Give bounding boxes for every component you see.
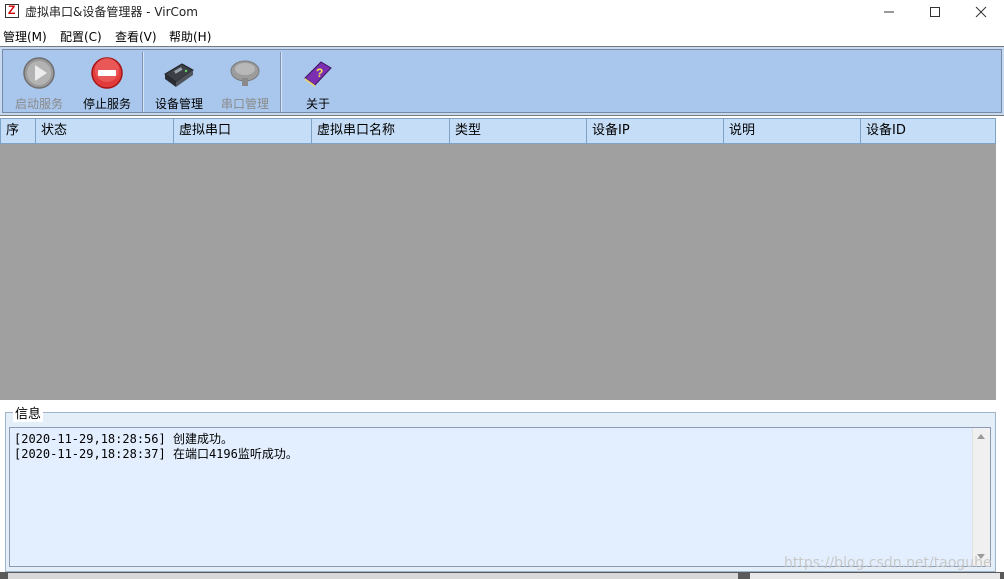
start-service-button[interactable]: 启动服务 xyxy=(7,50,71,114)
column-header-status[interactable]: 状态 xyxy=(36,119,174,143)
device-manage-label: 设备管理 xyxy=(154,97,203,111)
about-button[interactable]: ? 关于 xyxy=(286,50,350,114)
maximize-icon xyxy=(930,7,940,17)
menu-manage[interactable]: 管理(M) xyxy=(3,28,47,45)
toolbar-panel: 启动服务 停止服务 设备管理 串口管理 ? 关于 xyxy=(2,49,1002,113)
minimize-button[interactable] xyxy=(866,0,912,24)
column-header-virtual-port[interactable]: 虚拟串口 xyxy=(174,119,312,143)
device-manage-button[interactable]: 设备管理 xyxy=(147,50,211,114)
menu-view[interactable]: 查看(V) xyxy=(115,28,157,45)
column-header-virtual-port-name[interactable]: 虚拟串口名称 xyxy=(312,119,450,143)
scroll-up-icon[interactable] xyxy=(977,434,985,439)
svg-text:?: ? xyxy=(316,66,323,80)
table-right-margin xyxy=(996,118,1004,400)
app-icon-letter: Z xyxy=(8,3,16,17)
bottom-strip-segment xyxy=(8,573,738,579)
maximize-button[interactable] xyxy=(912,0,958,24)
play-icon xyxy=(23,57,55,89)
menu-help[interactable]: 帮助(H) xyxy=(169,28,211,45)
stop-service-button[interactable]: 停止服务 xyxy=(75,50,139,114)
table-header: 序 状态 虚拟串口 虚拟串口名称 类型 设备IP 说明 设备ID xyxy=(0,118,996,144)
log-scrollbar[interactable] xyxy=(972,428,990,566)
info-log[interactable]: [2020-11-29,18:28:56] 创建成功。 [2020-11-29,… xyxy=(9,427,991,567)
minimize-icon xyxy=(884,11,894,13)
toolbar-separator xyxy=(142,52,143,112)
toolbar: 启动服务 停止服务 设备管理 串口管理 ? 关于 xyxy=(0,46,1004,116)
toolbar-separator xyxy=(280,52,281,112)
table-body[interactable] xyxy=(0,144,996,400)
column-header-type[interactable]: 类型 xyxy=(450,119,587,143)
about-label: 关于 xyxy=(305,97,330,111)
close-icon xyxy=(975,6,987,18)
log-line: [2020-11-29,18:28:37] 在端口4196监听成功。 xyxy=(14,447,298,461)
info-panel: [2020-11-29,18:28:56] 创建成功。 [2020-11-29,… xyxy=(0,400,1004,579)
window-title: 虚拟串口&设备管理器 - VirCom xyxy=(25,5,198,19)
column-header-index[interactable]: 序 xyxy=(1,119,36,143)
serial-manage-button[interactable]: 串口管理 xyxy=(213,50,277,114)
help-book-icon: ? xyxy=(304,61,332,87)
stop-service-label: 停止服务 xyxy=(82,97,131,111)
info-title: 信息 xyxy=(13,403,44,422)
menu-bar: 管理(M) 配置(C) 查看(V) 帮助(H) xyxy=(0,25,1004,45)
close-button[interactable] xyxy=(958,0,1004,24)
column-header-description[interactable]: 说明 xyxy=(724,119,861,143)
watermark: https://blog.csdn.net/taoguhe xyxy=(784,555,992,571)
start-service-label: 启动服务 xyxy=(14,97,63,111)
bottom-strip xyxy=(0,572,1004,579)
menu-config[interactable]: 配置(C) xyxy=(60,28,102,45)
info-groupbox: [2020-11-29,18:28:56] 创建成功。 [2020-11-29,… xyxy=(5,412,996,572)
stop-icon xyxy=(91,57,123,89)
app-icon: Z xyxy=(5,3,19,18)
column-header-device-ip[interactable]: 设备IP xyxy=(587,119,724,143)
column-header-device-id[interactable]: 设备ID xyxy=(861,119,995,143)
serial-port-icon xyxy=(230,60,260,86)
device-icon xyxy=(164,63,194,87)
serial-manage-label: 串口管理 xyxy=(220,97,269,111)
bottom-strip-segment xyxy=(750,573,1000,579)
title-bar[interactable]: Z 虚拟串口&设备管理器 - VirCom xyxy=(0,0,1004,24)
